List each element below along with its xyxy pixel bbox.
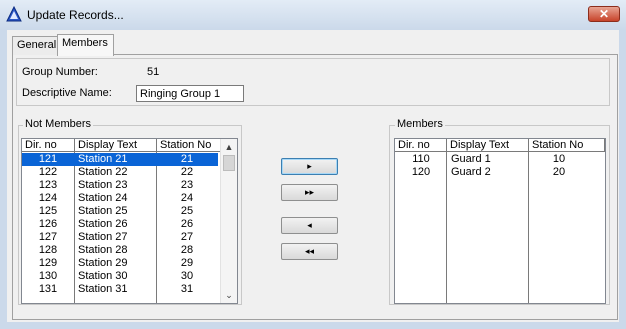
close-icon: ✕: [598, 7, 610, 21]
list-item[interactable]: 127 Station 27 27: [22, 231, 218, 244]
dir-no-cell: 128: [38, 244, 58, 256]
dir-no-cell: 124: [38, 192, 58, 204]
dir-no-cell: 125: [38, 205, 58, 217]
display-text-cell: Station 24: [78, 192, 128, 204]
list-item[interactable]: 129 Station 29 29: [22, 257, 218, 270]
list-item[interactable]: 123 Station 23 23: [22, 179, 218, 192]
title-bar: Update Records... ✕: [0, 0, 626, 31]
station-no-cell: 21: [180, 153, 194, 165]
dir-no-cell: 126: [38, 218, 58, 230]
scroll-up-icon[interactable]: ▲: [221, 139, 237, 155]
dir-no-cell: 123: [38, 179, 58, 191]
station-no-cell: 29: [180, 257, 194, 269]
dir-no-cell: 130: [38, 270, 58, 282]
remove-all-button[interactable]: ◂◂: [281, 243, 338, 260]
tab-general[interactable]: General: [12, 36, 58, 55]
display-text-cell: Station 31: [78, 283, 128, 295]
column-header-station-no[interactable]: Station No: [157, 139, 221, 152]
list-item[interactable]: 110 Guard 1 10: [395, 153, 605, 166]
dir-no-cell: 129: [38, 257, 58, 269]
station-no-cell: 23: [180, 179, 194, 191]
list-item[interactable]: 124 Station 24 24: [22, 192, 218, 205]
column-header-display-text[interactable]: Display Text: [447, 139, 529, 152]
members-list[interactable]: Dir. no Display Text Station No 110 Guard…: [394, 138, 606, 304]
station-no-cell: 30: [180, 270, 194, 282]
dir-no-cell: 131: [38, 283, 58, 295]
display-text-cell: Guard 1: [451, 153, 491, 165]
not-members-title: Not Members: [23, 118, 94, 130]
list-item[interactable]: 120 Guard 2 20: [395, 166, 605, 179]
remove-selected-button[interactable]: ◂: [281, 217, 338, 234]
display-text-cell: Station 28: [78, 244, 128, 256]
station-no-cell: 27: [180, 231, 194, 243]
double-arrow-right-icon: ▸▸: [304, 187, 315, 197]
window-frame-left: [0, 30, 7, 329]
close-button[interactable]: ✕: [588, 6, 620, 22]
scroll-down-icon[interactable]: ⌄: [221, 287, 237, 303]
dir-no-cell: 127: [38, 231, 58, 243]
list-item[interactable]: 130 Station 30 30: [22, 270, 218, 283]
members-title: Members: [395, 118, 445, 130]
list-item[interactable]: 121 Station 21 21: [22, 153, 218, 166]
station-no-cell: 22: [180, 166, 194, 178]
descriptive-name-label: Descriptive Name:: [22, 87, 112, 99]
display-text-cell: Station 27: [78, 231, 128, 243]
column-header-station-no[interactable]: Station No: [529, 139, 605, 152]
dir-no-cell: 110: [412, 153, 430, 165]
display-text-cell: Station 25: [78, 205, 128, 217]
dir-no-cell: 122: [38, 166, 58, 178]
station-no-cell: 25: [180, 205, 194, 217]
add-all-button[interactable]: ▸▸: [281, 184, 338, 201]
double-arrow-left-icon: ◂◂: [304, 246, 315, 256]
window-frame-right: [619, 30, 626, 329]
window-title: Update Records...: [27, 8, 124, 22]
arrow-right-icon: ▸: [307, 161, 312, 171]
add-selected-button[interactable]: ▸: [281, 158, 338, 175]
descriptive-name-input[interactable]: [136, 85, 244, 102]
station-no-cell: 20: [552, 166, 566, 178]
dir-no-cell: 120: [411, 166, 431, 178]
vertical-scrollbar[interactable]: ▲ ⌄: [220, 139, 237, 303]
dir-no-cell: 121: [38, 153, 58, 165]
column-header-dir-no[interactable]: Dir. no: [22, 139, 75, 152]
display-text-cell: Station 26: [78, 218, 128, 230]
column-header-dir-no[interactable]: Dir. no: [395, 139, 447, 152]
not-members-list[interactable]: Dir. no Display Text Station No 121 Stati…: [21, 138, 238, 304]
station-no-cell: 26: [180, 218, 194, 230]
display-text-cell: Station 22: [78, 166, 128, 178]
display-text-cell: Station 29: [78, 257, 128, 269]
station-no-cell: 31: [180, 283, 194, 295]
list-item[interactable]: 131 Station 31 31: [22, 283, 218, 296]
group-number-label: Group Number:: [22, 66, 98, 78]
not-members-header: Dir. no Display Text Station No: [22, 139, 237, 152]
tab-members[interactable]: Members: [57, 34, 114, 56]
members-header: Dir. no Display Text Station No: [395, 139, 605, 152]
window-frame-bottom: [0, 322, 626, 329]
list-item[interactable]: 125 Station 25 25: [22, 205, 218, 218]
scroll-thumb[interactable]: [223, 155, 235, 171]
display-text-cell: Station 21: [78, 153, 128, 165]
display-text-cell: Station 30: [78, 270, 128, 282]
group-number-value: 51: [147, 66, 160, 78]
arrow-left-icon: ◂: [307, 220, 312, 230]
display-text-cell: Guard 2: [451, 166, 491, 178]
column-header-display-text[interactable]: Display Text: [75, 139, 157, 152]
station-no-cell: 28: [180, 244, 194, 256]
delta-triangle-icon: [6, 6, 22, 22]
station-no-cell: 24: [180, 192, 194, 204]
list-item[interactable]: 126 Station 26 26: [22, 218, 218, 231]
display-text-cell: Station 23: [78, 179, 128, 191]
list-item[interactable]: 128 Station 28 28: [22, 244, 218, 257]
station-no-cell: 10: [552, 153, 566, 165]
list-item[interactable]: 122 Station 22 22: [22, 166, 218, 179]
